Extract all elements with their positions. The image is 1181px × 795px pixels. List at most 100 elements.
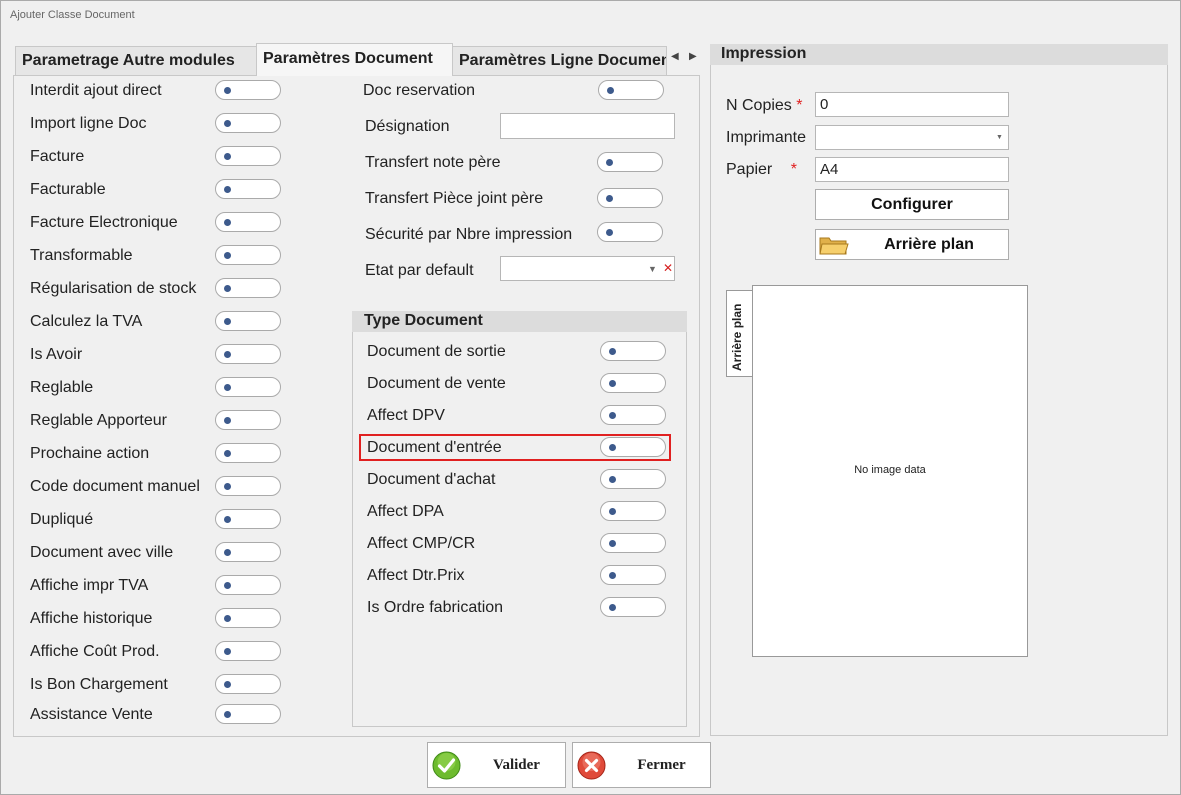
left-option-toggle[interactable] <box>215 245 281 265</box>
left-option-toggle[interactable] <box>215 146 281 166</box>
toggle-knob <box>224 384 231 391</box>
toggle-knob <box>224 711 231 718</box>
left-option-label: Transformable <box>30 247 133 264</box>
left-option-label: Affiche historique <box>30 610 153 627</box>
transfert-piece-toggle[interactable] <box>597 188 663 208</box>
configurer-button[interactable]: Configurer <box>815 189 1009 220</box>
type-document-option-label: Document de vente <box>367 375 506 392</box>
type-document-option-label: Document de sortie <box>367 343 506 360</box>
type-document-option-toggle[interactable] <box>600 565 666 585</box>
tab-scroll-left-icon[interactable]: ◀ <box>671 51 679 62</box>
left-option-toggle[interactable] <box>215 674 281 694</box>
toggle-knob <box>224 582 231 589</box>
toggle-knob <box>224 285 231 292</box>
securite-label: Sécurité par Nbre impression <box>365 226 573 243</box>
type-document-option-toggle[interactable] <box>600 405 666 425</box>
left-option-toggle[interactable] <box>215 476 281 496</box>
impression-title: Impression <box>710 44 1168 65</box>
designation-label: Désignation <box>365 118 450 135</box>
toggle-knob <box>224 318 231 325</box>
designation-input[interactable] <box>500 113 675 139</box>
left-option-label: Interdit ajout direct <box>30 82 162 99</box>
left-option-toggle[interactable] <box>215 641 281 661</box>
left-option-toggle[interactable] <box>215 278 281 298</box>
left-option-label: Dupliqué <box>30 511 94 528</box>
type-document-option-toggle[interactable] <box>600 597 666 617</box>
toggle-knob <box>609 412 616 419</box>
type-document-option-toggle[interactable] <box>600 501 666 521</box>
x-circle-icon <box>577 751 606 780</box>
toggle-knob <box>224 615 231 622</box>
doc-reservation-label: Doc reservation <box>363 82 476 99</box>
type-document-option-toggle[interactable] <box>600 469 666 489</box>
left-option-label: Affiche Coût Prod. <box>30 643 160 660</box>
image-preview: No image data <box>752 285 1028 657</box>
toggle-knob <box>224 681 231 688</box>
left-option-toggle[interactable] <box>215 410 281 430</box>
left-option-toggle[interactable] <box>215 509 281 529</box>
left-option-label: Import ligne Doc <box>30 115 147 132</box>
toggle-knob <box>224 417 231 424</box>
type-document-option-toggle[interactable] <box>600 373 666 393</box>
toggle-knob <box>609 380 616 387</box>
left-option-toggle[interactable] <box>215 608 281 628</box>
imprimante-dropdown-icon[interactable]: ▼ <box>996 134 1003 141</box>
doc-reservation-toggle[interactable] <box>598 80 664 100</box>
left-option-toggle[interactable] <box>215 212 281 232</box>
check-circle-icon <box>432 751 461 780</box>
left-option-toggle[interactable] <box>215 80 281 100</box>
type-document-option-label: Affect DPA <box>367 503 444 520</box>
arriere-plan-button-label: Arrière plan <box>884 235 974 253</box>
arriere-plan-side-tab[interactable]: Arrière plan <box>726 290 753 377</box>
toggle-knob <box>224 549 231 556</box>
valider-button[interactable]: Valider <box>427 742 566 788</box>
fermer-button[interactable]: Fermer <box>572 742 711 788</box>
toggle-knob <box>224 219 231 226</box>
toggle-knob <box>224 120 231 127</box>
left-option-label: Affiche impr TVA <box>30 577 149 594</box>
left-option-label: Reglable Apporteur <box>30 412 167 429</box>
left-option-toggle[interactable] <box>215 542 281 562</box>
tab-parametres-document[interactable]: Paramètres Document <box>256 43 453 76</box>
left-option-toggle[interactable] <box>215 704 281 724</box>
toggle-knob <box>224 516 231 523</box>
type-document-option-label: Document d'achat <box>367 471 496 488</box>
arriere-plan-button[interactable]: Arrière plan <box>815 229 1009 260</box>
toggle-knob <box>609 572 616 579</box>
toggle-knob <box>224 648 231 655</box>
no-image-text: No image data <box>854 464 926 476</box>
left-option-label: Assistance Vente <box>30 706 153 723</box>
tab-scroll-right-icon[interactable]: ▶ <box>689 51 697 62</box>
transfert-note-label: Transfert note père <box>365 154 501 171</box>
left-option-label: Prochaine action <box>30 445 150 462</box>
left-option-toggle[interactable] <box>215 179 281 199</box>
etat-dropdown-icon[interactable]: ▼ <box>648 264 657 274</box>
left-option-label: Facturable <box>30 181 106 198</box>
left-option-toggle[interactable] <box>215 344 281 364</box>
copies-input[interactable]: 0 <box>815 92 1009 117</box>
left-option-toggle[interactable] <box>215 377 281 397</box>
left-option-label: Facture <box>30 148 85 165</box>
left-option-toggle[interactable] <box>215 311 281 331</box>
imprimante-combo[interactable] <box>815 125 1009 150</box>
type-document-option-label: Is Ordre fabrication <box>367 599 504 616</box>
left-option-label: Facture Electronique <box>30 214 178 231</box>
left-option-label: Is Avoir <box>30 346 83 363</box>
etat-clear-icon[interactable]: ✕ <box>663 261 673 275</box>
type-document-option-toggle[interactable] <box>600 533 666 553</box>
left-option-label: Document avec ville <box>30 544 174 561</box>
type-document-option-toggle[interactable] <box>600 341 666 361</box>
folder-icon <box>819 234 849 261</box>
tab-autre-modules[interactable]: Parametrage Autre modules <box>15 46 257 75</box>
tab-parametres-ligne-document[interactable]: Paramètres Ligne Document <box>452 46 667 75</box>
left-option-toggle[interactable] <box>215 575 281 595</box>
left-option-toggle[interactable] <box>215 113 281 133</box>
securite-toggle[interactable] <box>597 222 663 242</box>
transfert-note-toggle[interactable] <box>597 152 663 172</box>
toggle-knob <box>609 508 616 515</box>
left-option-toggle[interactable] <box>215 443 281 463</box>
toggle-knob <box>224 153 231 160</box>
type-document-option-label: Affect DPV <box>367 407 445 424</box>
papier-input[interactable]: A4 <box>815 157 1009 182</box>
toggle-knob <box>609 476 616 483</box>
